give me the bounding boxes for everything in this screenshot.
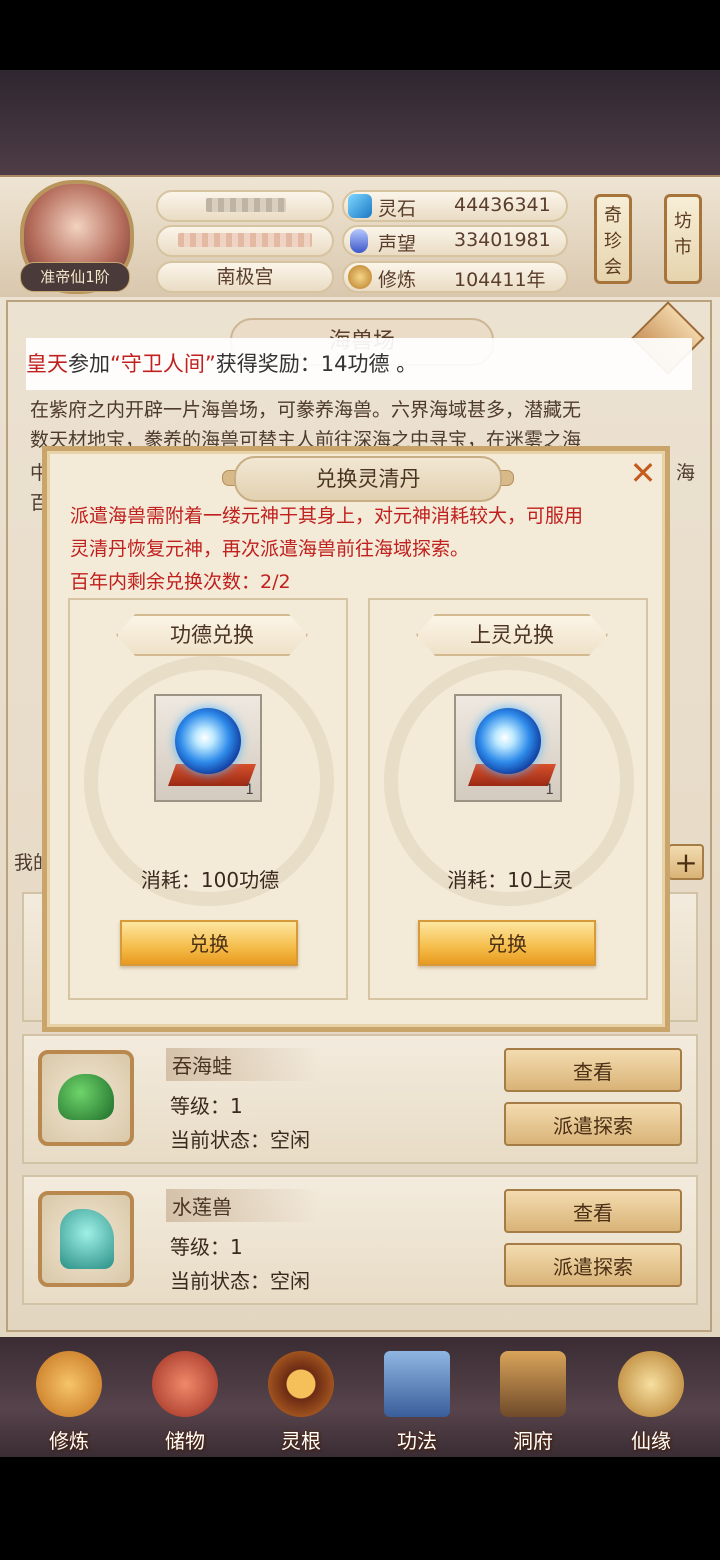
- player-title-pill: [156, 225, 334, 257]
- merit-exchange-card: 功德兑换 1 消耗：100功德 兑换: [68, 598, 348, 1000]
- nav-label: 洞府: [513, 1429, 553, 1453]
- cultivate-icon: [348, 265, 372, 289]
- prestige-icon: [350, 229, 368, 253]
- market-label: 坊市: [674, 211, 692, 258]
- beast-status: 当前状态：空闲: [170, 1128, 310, 1152]
- beast-status: 当前状态：空闲: [170, 1269, 310, 1293]
- immortal-gourd-icon: [618, 1351, 684, 1417]
- add-beast-button[interactable]: +: [668, 844, 704, 880]
- exchange-button[interactable]: 兑换: [120, 920, 298, 966]
- beast-name: 水莲兽: [166, 1189, 318, 1222]
- resource-prestige: 声望 33401981: [342, 225, 568, 257]
- item-quantity: 1: [545, 782, 554, 798]
- bottom-black-area: [0, 1457, 720, 1560]
- nav-cultivate[interactable]: 修炼: [24, 1345, 114, 1455]
- player-name-pill: [156, 190, 334, 222]
- beast-portrait[interactable]: [38, 1191, 134, 1287]
- beast-level: 等级：1: [170, 1235, 243, 1259]
- spirit-root-icon: [268, 1351, 334, 1417]
- nav-immortal-fate[interactable]: 仙缘: [606, 1345, 696, 1455]
- resource-label: 灵石: [378, 198, 417, 220]
- nav-label: 仙缘: [631, 1429, 671, 1453]
- nav-label: 功法: [397, 1429, 437, 1453]
- notice-reward: 获得奖励：14功德 。: [215, 352, 418, 376]
- storage-bag-icon: [152, 1351, 218, 1417]
- beast-name: 吞海蛙: [166, 1048, 318, 1081]
- meditation-icon: [36, 1351, 102, 1417]
- exchange-cost: 消耗：10上灵: [447, 868, 573, 892]
- player-name-redacted: [206, 198, 286, 212]
- intro-peek: 海: [676, 462, 696, 484]
- beast-level: 等级：1: [170, 1094, 243, 1118]
- nav-label: 修炼: [49, 1429, 89, 1453]
- treasure-fair-label: 奇珍会: [604, 205, 622, 278]
- nav-cave-mansion[interactable]: 洞府: [488, 1345, 578, 1455]
- exchange-cost: 消耗：100功德: [140, 868, 280, 892]
- desc-line: 灵清丹恢复元神，再次派遣海兽前往海域探索。: [70, 538, 470, 560]
- spirit-stone-icon: [348, 194, 372, 218]
- item-quantity: 1: [245, 782, 254, 798]
- technique-book-icon: [384, 1351, 450, 1417]
- lotus-beast-icon: [60, 1209, 114, 1269]
- modal-description: 派遣海兽需附着一缕元神于其身上，对元神消耗较大，可服用 灵清丹恢复元神，再次派遣…: [70, 500, 660, 599]
- market-button[interactable]: 坊市: [664, 194, 702, 284]
- beast-list-item: 吞海蛙 等级：1 当前状态：空闲 查看 派遣探索: [22, 1034, 698, 1164]
- card-title: 功德兑换: [116, 614, 308, 656]
- treasure-fair-button[interactable]: 奇珍会: [594, 194, 632, 284]
- resource-value: 33401981: [454, 229, 551, 251]
- cave-mansion-icon: [500, 1351, 566, 1417]
- item-slot[interactable]: 1: [454, 694, 562, 802]
- notice-text: 参加: [68, 352, 110, 376]
- close-icon[interactable]: ✕: [626, 456, 660, 490]
- card-title: 上灵兑换: [416, 614, 608, 656]
- spirit-exchange-card: 上灵兑换 1 消耗：10上灵 兑换: [368, 598, 648, 1000]
- exchange-button[interactable]: 兑换: [418, 920, 596, 966]
- desc-line: 派遣海兽需附着一缕元神于其身上，对元神消耗较大，可服用: [70, 505, 584, 527]
- beast-portrait[interactable]: [38, 1050, 134, 1146]
- resource-cultivate: 修炼 104411年: [342, 261, 568, 293]
- dispatch-explore-button[interactable]: 派遣探索: [504, 1102, 682, 1146]
- spirit-pill-orb-icon: [175, 708, 241, 774]
- resource-label: 修炼: [378, 269, 417, 291]
- view-beast-button[interactable]: 查看: [504, 1189, 682, 1233]
- nav-technique[interactable]: 功法: [372, 1345, 462, 1455]
- nav-spirit-root[interactable]: 灵根: [256, 1345, 346, 1455]
- dispatch-explore-button[interactable]: 派遣探索: [504, 1243, 682, 1287]
- resource-value: 104411年: [454, 269, 546, 291]
- nav-label: 储物: [165, 1429, 205, 1453]
- broadcast-notice: 皇天参加“守卫人间”获得奖励：14功德 。: [26, 338, 692, 390]
- resource-value: 44436341: [454, 194, 551, 216]
- modal-title: 兑换灵清丹: [234, 456, 502, 502]
- resource-spirit-stone: 灵石 44436341: [342, 190, 568, 222]
- status-bar-area: [0, 0, 720, 70]
- item-slot[interactable]: 1: [154, 694, 262, 802]
- view-beast-button[interactable]: 查看: [504, 1048, 682, 1092]
- nav-label: 灵根: [281, 1429, 321, 1453]
- resource-label: 声望: [378, 233, 417, 255]
- notice-player: 皇天: [26, 352, 68, 376]
- beast-list-item: 水莲兽 等级：1 当前状态：空闲 查看 派遣探索: [22, 1175, 698, 1305]
- player-rank: 准帝仙1阶: [20, 262, 130, 292]
- notice-event: “守卫人间”: [110, 352, 216, 376]
- sect-name: 南极宫: [156, 261, 334, 293]
- toad-icon: [58, 1074, 114, 1120]
- intro-line: 在紫府之内开辟一片海兽场，可豢养海兽。六界海域甚多，潜藏无: [30, 399, 582, 421]
- remaining-exchanges: 百年内剩余兑换次数：2/2: [70, 571, 291, 593]
- nav-storage[interactable]: 储物: [140, 1345, 230, 1455]
- spirit-pill-orb-icon: [475, 708, 541, 774]
- player-title-redacted: [178, 233, 312, 247]
